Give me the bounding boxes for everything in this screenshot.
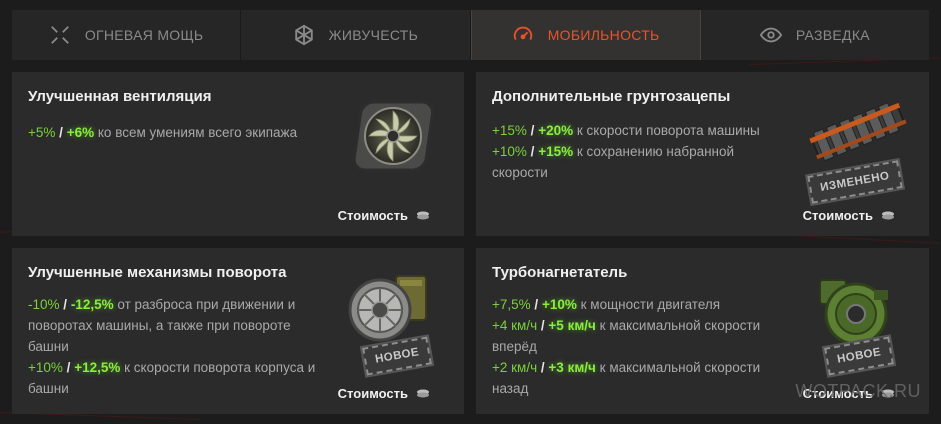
stat-line: +7,5% / +10% к мощности двигателя: [492, 297, 721, 312]
stat-line: -10% / -12,5% от разброса при движении и…: [28, 297, 296, 354]
tab-firepower[interactable]: ОГНЕВАЯ МОЩЬ: [12, 10, 242, 60]
card-title: Улучшенные механизмы поворота: [28, 264, 287, 281]
coin-icon: [882, 211, 894, 219]
ventilation-fan-icon: [352, 100, 435, 172]
stat-line: +10% / +12,5% к скорости поворота корпус…: [28, 360, 316, 396]
tab-recon[interactable]: РАЗВЕДКА: [700, 10, 929, 60]
eye-icon: [759, 27, 782, 43]
tab-label: МОБИЛЬНОСТЬ: [547, 27, 660, 43]
track-grousers-icon: [809, 102, 907, 162]
equipment-card[interactable]: Дополнительные грунтозацепы +15% / +20% …: [476, 72, 929, 236]
card-stats: +7,5% / +10% к мощности двигателя +4 км/…: [492, 294, 792, 399]
cost-label: Стоимость: [803, 208, 895, 223]
stat-line: +4 км/ч / +5 км/ч к максимальной скорост…: [492, 318, 761, 354]
card-stats: -10% / -12,5% от разброса при движении и…: [28, 294, 320, 399]
tab-label: РАЗВЕДКА: [795, 27, 870, 43]
card-title: Дополнительные грунтозацепы: [492, 88, 731, 105]
cost-label: Стоимость: [338, 208, 430, 223]
speedometer-icon: [513, 26, 532, 41]
stat-line: +10% / +15% к сохранению набранной скоро…: [492, 144, 735, 180]
card-stats: +5% / +6% ко всем умениям всего экипажа: [28, 122, 328, 143]
card-title: Улучшенная вентиляция: [28, 88, 212, 105]
stat-line: +15% / +20% к скорости поворота машины: [492, 123, 760, 138]
coin-icon: [417, 211, 429, 219]
shield-hex-icon: [294, 24, 313, 46]
equipment-card[interactable]: Улучшенные механизмы поворота -10% / -12…: [12, 248, 464, 414]
turning-mechanism-icon: [348, 275, 427, 342]
card-stats: +15% / +20% к скорости поворота машины +…: [492, 120, 792, 183]
tab-label: ЖИВУЧЕСТЬ: [328, 27, 419, 43]
crosshair-icon: [50, 26, 69, 44]
equipment-card[interactable]: Улучшенная вентиляция +5% / +6% ко всем …: [12, 72, 464, 236]
stat-line: +5% / +6% ко всем умениям всего экипажа: [28, 125, 298, 140]
status-badge: ИЗМЕНЕНО: [805, 157, 905, 207]
category-tabs: ОГНЕВАЯ МОЩЬ ЖИВУЧЕСТЬ МОБИЛЬНОСТЬ РАЗВЕ…: [12, 10, 929, 60]
stat-line: +2 км/ч / +3 км/ч к максимальной скорост…: [492, 360, 761, 396]
card-title: Турбонагнетатель: [492, 264, 628, 281]
watermark: WOTPACK.RU: [795, 381, 921, 401]
coin-icon: [417, 389, 429, 397]
tab-mobility[interactable]: МОБИЛЬНОСТЬ: [470, 10, 701, 60]
tab-survivability[interactable]: ЖИВУЧЕСТЬ: [241, 10, 471, 60]
cost-label: Стоимость: [338, 386, 430, 401]
tab-label: ОГНЕВАЯ МОЩЬ: [84, 27, 204, 43]
